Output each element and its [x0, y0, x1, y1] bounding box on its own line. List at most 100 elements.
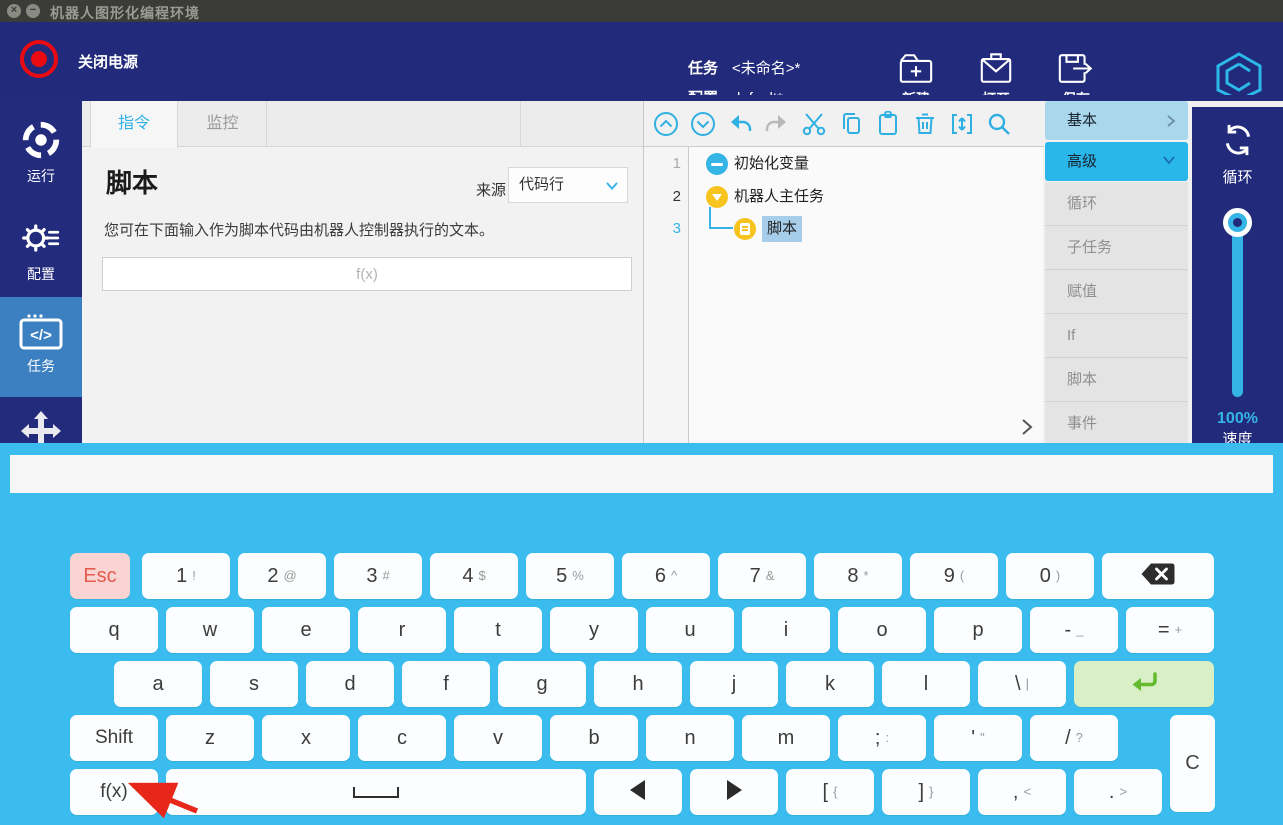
- key-semicolon[interactable]: ;:: [838, 715, 926, 761]
- key-3[interactable]: 3#: [334, 553, 422, 599]
- key-z[interactable]: z: [166, 715, 254, 761]
- key-arrow-right[interactable]: [690, 769, 778, 815]
- key-j[interactable]: j: [690, 661, 778, 707]
- cut-icon[interactable]: [801, 111, 827, 137]
- key-arrow-left[interactable]: [594, 769, 682, 815]
- move-down-icon[interactable]: [690, 111, 716, 137]
- tabstrip-divider: [520, 101, 521, 147]
- copy-icon[interactable]: [838, 111, 864, 137]
- key-p[interactable]: p: [934, 607, 1022, 653]
- key-7[interactable]: 7&: [718, 553, 806, 599]
- expression-input[interactable]: [102, 257, 632, 291]
- close-icon[interactable]: ×: [7, 4, 21, 18]
- key-v[interactable]: v: [454, 715, 542, 761]
- key-r[interactable]: r: [358, 607, 446, 653]
- speed-slider-track[interactable]: [1232, 217, 1243, 397]
- key-enter[interactable]: [1074, 661, 1214, 707]
- key-1[interactable]: 1!: [142, 553, 230, 599]
- tab-instruction[interactable]: 指令: [90, 101, 178, 148]
- key-sub-label: *: [864, 568, 869, 583]
- space-icon: [353, 787, 399, 798]
- key-label: d: [344, 673, 355, 696]
- key-e[interactable]: e: [262, 607, 350, 653]
- key-f[interactable]: f: [402, 661, 490, 707]
- tree-row[interactable]: 初始化变量: [706, 151, 809, 177]
- key-bracket-close[interactable]: ]}: [882, 769, 970, 815]
- key-a[interactable]: a: [114, 661, 202, 707]
- speed-slider-handle[interactable]: [1223, 208, 1252, 237]
- key-esc[interactable]: Esc: [70, 553, 130, 599]
- key-u[interactable]: u: [646, 607, 734, 653]
- keyboard-text-input[interactable]: [10, 455, 1273, 493]
- key-shift[interactable]: Shift: [70, 715, 158, 761]
- key-y[interactable]: y: [550, 607, 638, 653]
- key-9[interactable]: 9(: [910, 553, 998, 599]
- key-6[interactable]: 6^: [622, 553, 710, 599]
- redo-icon[interactable]: [764, 111, 790, 137]
- keyboard-row: Shiftzxcvbn m;:'"/?: [70, 715, 1126, 761]
- tree-row-selected[interactable]: 脚本: [734, 216, 802, 242]
- source-dropdown[interactable]: 代码行: [508, 167, 628, 203]
- sidebar-item-config[interactable]: 配置: [0, 209, 82, 293]
- key-c-letter[interactable]: c: [358, 715, 446, 761]
- key-backspace[interactable]: [1102, 553, 1214, 599]
- loop-icon[interactable]: [1192, 121, 1283, 164]
- task-info: 任务<未命名>*: [688, 57, 800, 78]
- key-o[interactable]: o: [838, 607, 926, 653]
- delete-icon[interactable]: [912, 111, 938, 137]
- key-x[interactable]: x: [262, 715, 350, 761]
- key-bracket-open[interactable]: [{: [786, 769, 874, 815]
- paste-icon[interactable]: [875, 111, 901, 137]
- expanded-node-icon: [706, 186, 728, 208]
- key-2[interactable]: 2@: [238, 553, 326, 599]
- key-slash[interactable]: /?: [1030, 715, 1118, 761]
- key-h[interactable]: h: [594, 661, 682, 707]
- key-n[interactable]: n: [646, 715, 734, 761]
- key-l[interactable]: l: [882, 661, 970, 707]
- key-i[interactable]: i: [742, 607, 830, 653]
- library-item-assign[interactable]: 赋值: [1045, 270, 1188, 314]
- key-period[interactable]: .>: [1074, 769, 1162, 815]
- minimize-icon[interactable]: −: [26, 4, 40, 18]
- key-space[interactable]: [166, 769, 586, 815]
- search-icon[interactable]: [986, 111, 1012, 137]
- expand-panel-chevron[interactable]: [1021, 418, 1033, 441]
- key-g[interactable]: g: [498, 661, 586, 707]
- key-t[interactable]: t: [454, 607, 542, 653]
- sidebar-item-task[interactable]: </> 任务: [0, 297, 82, 397]
- sidebar-item-run[interactable]: 运行: [0, 111, 82, 195]
- key-b[interactable]: b: [550, 715, 638, 761]
- key-minus[interactable]: -_: [1030, 607, 1118, 653]
- category-basic[interactable]: 基本: [1045, 101, 1188, 140]
- tab-monitor[interactable]: 监控: [179, 101, 267, 147]
- key-4[interactable]: 4$: [430, 553, 518, 599]
- replace-icon[interactable]: [949, 111, 975, 137]
- key-5[interactable]: 5%: [526, 553, 614, 599]
- power-button[interactable]: [20, 40, 58, 78]
- library-item-if[interactable]: If: [1045, 314, 1188, 358]
- key-backslash[interactable]: \|: [978, 661, 1066, 707]
- key-0[interactable]: 0): [1006, 553, 1094, 599]
- key-label: m: [778, 727, 795, 750]
- move-up-icon[interactable]: [653, 111, 679, 137]
- key-d[interactable]: d: [306, 661, 394, 707]
- key-equals[interactable]: =+: [1126, 607, 1214, 653]
- key-c[interactable]: C: [1170, 715, 1215, 812]
- key-m[interactable]: m: [742, 715, 830, 761]
- sidebar-item-move[interactable]: [0, 407, 82, 443]
- category-advanced[interactable]: 高级: [1045, 142, 1188, 181]
- library-item-event[interactable]: 事件: [1045, 402, 1188, 443]
- library-item-loop[interactable]: 循环: [1045, 182, 1188, 226]
- key-w[interactable]: w: [166, 607, 254, 653]
- library-item-script[interactable]: 脚本: [1045, 358, 1188, 402]
- library-item-subtask[interactable]: 子任务: [1045, 226, 1188, 270]
- panel-description: 您可在下面输入作为脚本代码由机器人控制器执行的文本。: [104, 219, 494, 240]
- undo-icon[interactable]: [727, 111, 753, 137]
- tree-row[interactable]: 机器人主任务: [706, 184, 824, 210]
- key-8[interactable]: 8*: [814, 553, 902, 599]
- key-s[interactable]: s: [210, 661, 298, 707]
- key-comma[interactable]: ,<: [978, 769, 1066, 815]
- key-quote[interactable]: '": [934, 715, 1022, 761]
- key-q[interactable]: q: [70, 607, 158, 653]
- key-k[interactable]: k: [786, 661, 874, 707]
